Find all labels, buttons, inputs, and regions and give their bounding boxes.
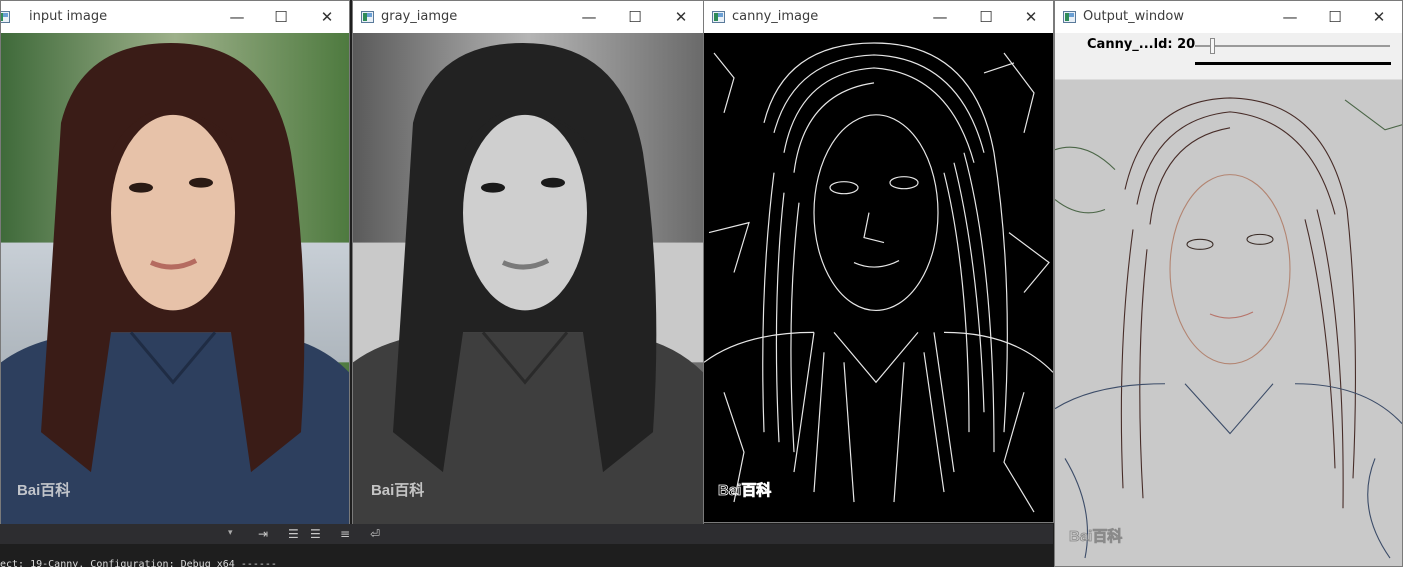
list-icon[interactable]: ≡	[340, 527, 350, 541]
minimize-icon[interactable]: —	[227, 7, 247, 27]
window-title: input image	[29, 9, 108, 24]
trackbar-underline	[1195, 62, 1391, 65]
window-title: Output_window	[1083, 9, 1184, 24]
maximize-icon[interactable]: ☐	[625, 7, 645, 27]
input-title-bar[interactable]: input image — ☐ ✕	[1, 1, 349, 33]
watermark: Bai百科	[17, 481, 70, 499]
input-image: Bai百科	[1, 33, 349, 524]
watermark: Bai百科	[718, 481, 771, 499]
trackbar-label: Canny_...ld: 20	[1087, 37, 1196, 52]
wrap-icon[interactable]: ⏎	[370, 527, 380, 541]
app-icon	[1, 11, 10, 23]
minimize-icon[interactable]: —	[1280, 7, 1300, 27]
gray-title-bar[interactable]: gray_iamge — ☐ ✕	[353, 1, 703, 33]
build-output-text: ect: 19-Canny, Configuration: Debug x64 …	[0, 559, 277, 567]
watermark: Bai百科	[1069, 527, 1122, 545]
window-title: gray_iamge	[381, 9, 458, 24]
app-icon	[1063, 11, 1076, 23]
list-icon[interactable]: ☰	[310, 527, 321, 541]
canny-image: Bai百科	[704, 33, 1053, 522]
maximize-icon[interactable]: ☐	[271, 7, 291, 27]
app-icon	[361, 11, 374, 23]
input-image-window: input image — ☐ ✕ Bai百科	[0, 0, 350, 525]
maximize-icon[interactable]: ☐	[1325, 7, 1345, 27]
trackbar-thumb[interactable]	[1210, 38, 1215, 54]
ide-output-pane: ect: 19-Canny, Configuration: Debug x64 …	[0, 544, 1053, 567]
output-window: Output_window — ☐ ✕ Canny_...ld: 20 Bai百…	[1054, 0, 1403, 567]
app-icon	[712, 11, 725, 23]
close-icon[interactable]: ✕	[1369, 7, 1389, 27]
canny-title-bar[interactable]: canny_image — ☐ ✕	[704, 1, 1053, 33]
window-title: canny_image	[732, 9, 819, 24]
maximize-icon[interactable]: ☐	[976, 7, 996, 27]
close-icon[interactable]: ✕	[1021, 7, 1041, 27]
trackbar-track[interactable]	[1195, 45, 1390, 47]
output-title-bar[interactable]: Output_window — ☐ ✕	[1055, 1, 1402, 33]
canny-image-window: canny_image — ☐ ✕ Bai百科	[703, 0, 1054, 523]
indent-icon[interactable]: ⇥	[258, 527, 268, 541]
close-icon[interactable]: ✕	[671, 7, 691, 27]
watermark: Bai百科	[371, 481, 424, 499]
gray-image-window: gray_iamge — ☐ ✕ Bai百科	[352, 0, 704, 525]
ide-toolbar: ▾ ⇥ ☰ ☰ ≡ ⏎	[0, 524, 1053, 544]
output-image: Bai百科	[1055, 80, 1402, 566]
trackbar-panel: Canny_...ld: 20	[1055, 33, 1402, 80]
chevron-down-icon[interactable]: ▾	[228, 528, 233, 538]
list-icon[interactable]: ☰	[288, 527, 299, 541]
gray-image: Bai百科	[353, 33, 703, 524]
close-icon[interactable]: ✕	[317, 7, 337, 27]
minimize-icon[interactable]: —	[579, 7, 599, 27]
minimize-icon[interactable]: —	[930, 7, 950, 27]
